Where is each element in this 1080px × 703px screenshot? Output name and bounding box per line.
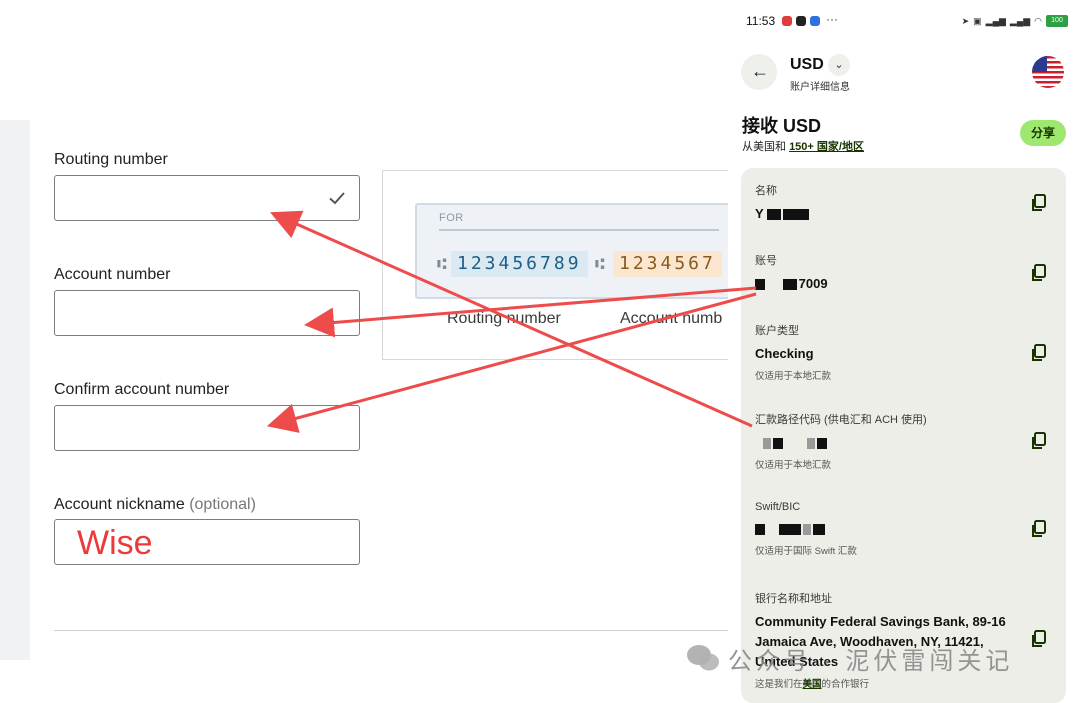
routing-number-caption: Routing number <box>447 310 561 327</box>
account-number-caption: Account numb <box>620 310 723 327</box>
redacted-block <box>782 279 797 291</box>
more-notifications-icon: ··· <box>826 12 838 26</box>
optional-tag: (optional) <box>189 496 256 513</box>
name-value: Y <box>755 204 1055 224</box>
send-icon: ➤ <box>961 15 970 26</box>
status-bar: 11:53 ··· ➤ ▣ ▂▄▆ ▂▄▆ ◠ 100 <box>728 8 1080 34</box>
detail-row-routing: 汇款路径代码 (供电汇和 ACH 使用) 仅适用于本地汇款 <box>755 411 1055 471</box>
check-for-line <box>439 229 719 231</box>
redacted-block <box>755 279 765 291</box>
copy-icon[interactable] <box>1031 194 1047 212</box>
account-nickname-label-text: Account nickname <box>54 496 185 513</box>
redacted-block <box>763 438 771 450</box>
routing-code-note: 仅适用于本地汇款 <box>755 460 832 471</box>
copy-icon[interactable] <box>1031 432 1047 450</box>
bank-label: 银行名称和地址 <box>755 593 832 605</box>
name-label: 名称 <box>755 185 777 197</box>
account-type-note: 仅适用于本地汇款 <box>755 371 832 382</box>
swift-value <box>755 519 1055 539</box>
check-for-label: FOR <box>439 212 464 224</box>
redacted-block <box>778 524 801 536</box>
redacted-block <box>812 524 825 536</box>
wechat-icon <box>687 645 719 671</box>
account-number-detail-label: 账号 <box>755 255 777 267</box>
watermark-text: 公众号 · 泥伏雷闯关记 <box>728 647 1014 675</box>
redacted-block <box>802 524 811 536</box>
chevron-down-icon[interactable]: ⌄ <box>828 54 850 76</box>
checkmark-icon <box>329 192 345 205</box>
swift-note: 仅适用于国际 Swift 汇款 <box>755 546 857 557</box>
redacted-block <box>783 209 810 221</box>
account-details-subtitle: 账户详细信息 <box>790 82 850 93</box>
status-time: 11:53 <box>746 14 776 28</box>
currency-title[interactable]: USD <box>790 56 824 74</box>
name-initial: Y <box>755 206 764 221</box>
account-type-label: 账户类型 <box>755 325 799 337</box>
arrow-left-icon: ← <box>751 61 769 81</box>
form-divider <box>54 630 730 631</box>
receive-subtitle-prefix: 从美国和 <box>742 141 790 153</box>
receive-subtitle: 从美国和 150+ 国家/地区 <box>742 138 864 154</box>
check-illustration: FOR ⑆ 123456789 ⑆ 1234567 Routing number… <box>382 170 737 360</box>
phone-screenshot: 11:53 ··· ➤ ▣ ▂▄▆ ▂▄▆ ◠ 100 ← USD ⌄ 账户详细… <box>728 0 1080 703</box>
redacted-block <box>755 524 765 536</box>
check-paper: FOR ⑆ 123456789 ⑆ 1234567 <box>415 203 737 299</box>
redacted-block <box>806 438 815 450</box>
detail-row-account-type: 账户类型 Checking 仅适用于本地汇款 <box>755 322 1055 382</box>
account-number-input[interactable] <box>54 290 360 336</box>
bank-note: 这是我们在美国的合作银行 <box>755 676 1055 690</box>
confirm-account-number-label: Confirm account number <box>54 381 230 398</box>
account-number-detail-value: 7009 <box>755 274 1055 294</box>
account-nickname-label: Account nickname (optional) <box>54 496 256 514</box>
copy-icon[interactable] <box>1031 264 1047 282</box>
confirm-account-number-input[interactable] <box>54 405 360 451</box>
vpn-icon: ▣ <box>973 15 982 26</box>
app-notification-icon <box>810 16 820 26</box>
account-nickname-input[interactable]: Wise <box>54 519 360 565</box>
detail-row-account-number: 账号 7009 <box>755 252 1055 294</box>
micr-symbol-icon: ⑆ <box>595 254 605 273</box>
us-flag-icon <box>1032 56 1064 88</box>
page-side-panel <box>0 120 30 660</box>
back-button[interactable]: ← <box>741 54 777 90</box>
micr-routing-digits: 123456789 <box>451 251 588 277</box>
routing-code-label: 汇款路径代码 (供电汇和 ACH 使用) <box>755 414 927 426</box>
signal-5g-icon: ▂▄▆ <box>1009 15 1031 26</box>
share-button[interactable]: 分享 <box>1020 120 1066 146</box>
account-number-tail: 7009 <box>798 276 828 291</box>
micr-account-digits: 1234567 <box>613 251 722 277</box>
receive-title: 接收 USD <box>742 116 822 136</box>
micr-symbol-icon: ⑆ <box>437 254 447 273</box>
bank-note-link[interactable]: 美国 <box>803 679 822 690</box>
routing-number-input[interactable] <box>54 175 360 221</box>
detail-row-swift: Swift/BIC 仅适用于国际 Swift 汇款 <box>755 501 1055 557</box>
copy-icon[interactable] <box>1031 344 1047 362</box>
app-notification-icon <box>796 16 806 26</box>
status-icons: ➤ ▣ ▂▄▆ ▂▄▆ ◠ 100 <box>962 15 1068 27</box>
copy-icon[interactable] <box>1031 520 1047 538</box>
redacted-block <box>773 438 783 450</box>
bank-address-line: Community Federal Savings Bank, 89-16 <box>755 614 1006 629</box>
copy-icon[interactable] <box>1031 630 1047 648</box>
account-nickname-value: Wise <box>77 524 153 562</box>
bank-note-suffix: 的合作银行 <box>821 679 870 690</box>
signal-5g-icon: ▂▄▆ <box>985 15 1006 26</box>
account-number-label: Account number <box>54 266 171 283</box>
countries-link[interactable]: 150+ 国家/地区 <box>789 141 864 153</box>
redacted-block <box>767 209 782 221</box>
wechat-watermark: 公众号 · 泥伏雷闯关记 <box>686 640 1013 676</box>
account-details-card: 名称 Y 账号 7009 账户类型 Checking 仅适用于本地汇款 汇款路径… <box>741 168 1066 703</box>
redacted-block <box>816 438 827 450</box>
app-notification-icon <box>782 16 792 26</box>
wifi-icon: ◠ <box>1034 15 1042 26</box>
battery-icon: 100 <box>1046 15 1068 27</box>
routing-number-label: Routing number <box>54 151 168 168</box>
account-type-value: Checking <box>755 346 814 361</box>
detail-row-name: 名称 Y <box>755 182 1055 224</box>
bank-note-prefix: 这是我们在 <box>755 679 803 690</box>
swift-label: Swift/BIC <box>755 501 801 513</box>
routing-code-value <box>755 433 1055 453</box>
